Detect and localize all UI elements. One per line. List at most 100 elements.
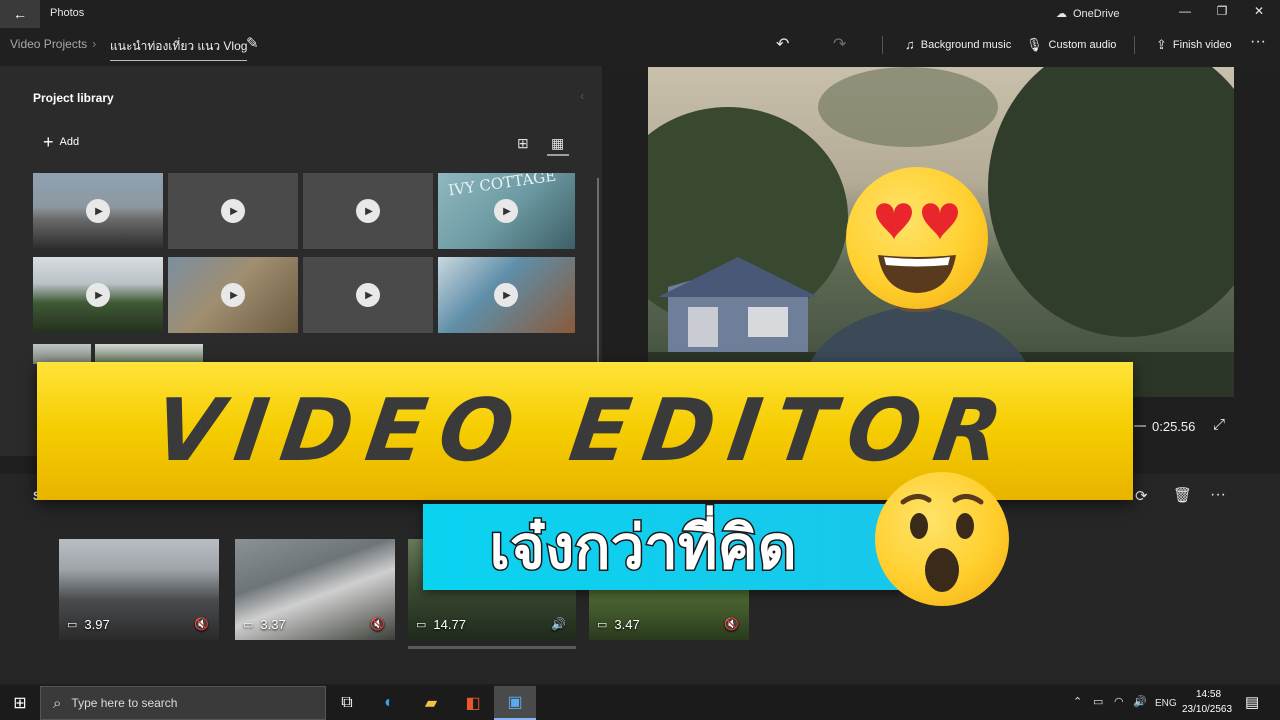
library-tile[interactable]	[33, 344, 91, 364]
cloud-icon: ☁	[1056, 8, 1067, 20]
play-icon: ▶	[494, 283, 518, 307]
library-tile[interactable]	[95, 344, 203, 364]
edge-button[interactable]: ◐	[368, 686, 410, 720]
play-icon: ▶	[356, 199, 380, 223]
edit-name-button[interactable]: ✎	[246, 34, 259, 52]
mute-icon[interactable]: 🔇	[370, 617, 385, 631]
maximize-icon: ❐	[1216, 4, 1228, 18]
photos-taskbar-button[interactable]: ▣	[494, 686, 536, 720]
show-hidden-icons-button[interactable]: ⌃	[1073, 695, 1082, 708]
microphone-icon: 🎙	[1026, 37, 1043, 52]
clip-duration: 14.77	[433, 617, 466, 632]
collapse-library-button[interactable]: ‹	[580, 88, 584, 103]
office-button[interactable]: ◧	[452, 686, 494, 720]
divider	[1134, 36, 1135, 54]
library-tile[interactable]: ▶	[168, 173, 298, 249]
undo-button[interactable]: ↶	[776, 34, 789, 54]
mute-icon[interactable]: 🔇	[194, 617, 209, 631]
film-icon: ▭	[67, 619, 78, 631]
divider	[882, 36, 883, 54]
more-icon: ···	[1250, 33, 1266, 50]
back-arrow-icon: ←	[13, 6, 27, 22]
library-tile[interactable]: ▶	[33, 257, 163, 333]
close-button[interactable]: ✕	[1244, 4, 1274, 18]
library-tile[interactable]: IVY COTTAGE ▶	[438, 173, 575, 249]
custom-audio-button[interactable]: 🎙 Custom audio	[1026, 37, 1116, 53]
language-indicator[interactable]: ENG	[1155, 698, 1177, 709]
background-music-button[interactable]: ♫ Background music	[905, 37, 1011, 52]
grid-large-icon: ⊞	[517, 135, 529, 151]
storyboard-clip[interactable]: ▭ 3.37 🔇	[235, 539, 395, 640]
minimize-icon: —	[1179, 4, 1191, 18]
search-icon: ⌕	[53, 694, 62, 712]
start-button[interactable]: ⊞	[0, 686, 40, 720]
film-icon: ▭	[416, 619, 427, 631]
redo-button[interactable]: ↷	[833, 34, 846, 54]
battery-icon[interactable]: ▭	[1093, 695, 1103, 708]
title-bar: ← Photos ☁ OneDrive — ❐ ✕	[0, 0, 1280, 28]
grid-small-icon: ▦	[551, 135, 565, 151]
library-tile[interactable]: ▶	[33, 173, 163, 249]
library-tile[interactable]: ▶	[303, 173, 433, 249]
taskbar-search[interactable]: ⌕ Type here to search	[40, 686, 326, 720]
delete-button[interactable]: 🗑	[1173, 486, 1192, 504]
more-icon: ···	[1210, 486, 1226, 503]
close-icon: ✕	[1253, 4, 1265, 18]
plus-icon: +	[43, 132, 54, 152]
action-center-button[interactable]: ▤	[1245, 693, 1259, 711]
breadcrumb-chevron-icon: ›	[92, 36, 97, 51]
storyboard-more-button[interactable]: ···	[1210, 486, 1226, 504]
file-explorer-button[interactable]: ▰	[410, 686, 452, 720]
mute-icon[interactable]: 🔇	[724, 617, 739, 631]
more-options-button[interactable]: ···	[1250, 33, 1266, 51]
wifi-icon[interactable]: ◠	[1114, 695, 1124, 708]
minimize-button[interactable]: —	[1170, 4, 1200, 18]
chevron-up-icon: ⌃	[1073, 696, 1083, 708]
play-icon: ▶	[86, 283, 110, 307]
app-title: Photos	[50, 7, 85, 19]
heart-eyes-emoji-icon	[846, 167, 988, 309]
film-icon: ▭	[243, 619, 254, 631]
small-thumbnail-view-button[interactable]: ▦	[551, 135, 564, 152]
task-view-icon: ⧉	[341, 694, 353, 711]
library-tile[interactable]: ▶	[303, 257, 433, 333]
library-tile[interactable]: ▶	[438, 257, 575, 333]
onedrive-button[interactable]: ☁ OneDrive	[1056, 7, 1119, 21]
photos-icon: ▣	[507, 694, 523, 711]
play-icon: ▶	[221, 199, 245, 223]
task-view-button[interactable]: ⧉	[326, 686, 368, 720]
film-icon: ▭	[597, 619, 608, 631]
clip-selection-indicator	[408, 646, 576, 649]
finish-video-button[interactable]: ⇪ Finish video	[1156, 37, 1232, 53]
seek-bar[interactable]	[1134, 425, 1146, 427]
library-scrollbar[interactable]	[597, 178, 599, 363]
back-button[interactable]: ←	[0, 0, 40, 28]
play-icon: ▶	[221, 283, 245, 307]
maximize-button[interactable]: ❐	[1207, 4, 1237, 18]
volume-icon[interactable]: 🔊	[551, 617, 566, 631]
rotate-button[interactable]: ⟳	[1135, 487, 1148, 505]
video-preview[interactable]	[648, 67, 1234, 397]
add-media-button[interactable]: + Add	[43, 132, 79, 152]
chevron-left-icon: ‹	[580, 88, 585, 103]
large-thumbnail-view-button[interactable]: ⊞	[517, 135, 529, 152]
office-icon: ◧	[465, 695, 481, 712]
rotate-icon: ⟳	[1135, 488, 1148, 505]
volume-icon[interactable]: 🔊	[1133, 695, 1147, 708]
fullscreen-button[interactable]: ⤢	[1213, 416, 1225, 433]
library-title: Project library	[33, 91, 114, 105]
breadcrumb-video-projects[interactable]: Video Projects	[10, 37, 87, 51]
finish-video-label: Finish video	[1172, 39, 1232, 51]
notification-icon: ▤	[1245, 694, 1260, 711]
expand-icon: ⤢	[1213, 416, 1226, 433]
clock-time[interactable]: 14:58	[1196, 689, 1221, 700]
search-placeholder: Type here to search	[71, 696, 178, 710]
library-tile[interactable]: ▶	[168, 257, 298, 333]
folder-icon: ▰	[424, 695, 438, 712]
storyboard-clip[interactable]: ▭ 3.97 🔇	[59, 539, 219, 640]
play-icon: ▶	[356, 283, 380, 307]
thai-caption: เจ๋งกว่าที่คิด	[488, 511, 798, 584]
project-name[interactable]: แนะนำท่องเที่ยว แนว Vlog	[110, 37, 248, 61]
clock-date[interactable]: 23/10/2563	[1182, 704, 1232, 715]
time-readout: 0:25.56	[1152, 419, 1196, 434]
